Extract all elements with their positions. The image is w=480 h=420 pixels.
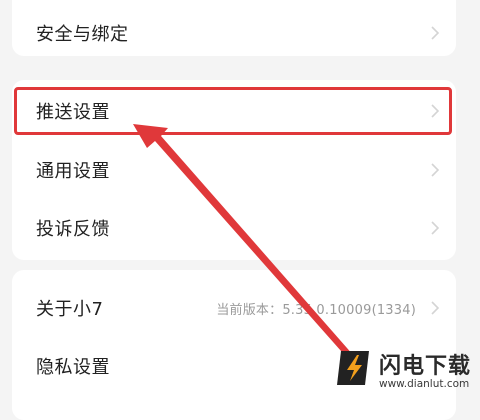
watermark: 闪电下载 www.dianlut.com [331,345,471,400]
watermark-url: www.dianlut.com [379,378,470,390]
watermark-title: 闪电下载 [379,354,472,379]
watermark-logo-icon [337,351,369,385]
